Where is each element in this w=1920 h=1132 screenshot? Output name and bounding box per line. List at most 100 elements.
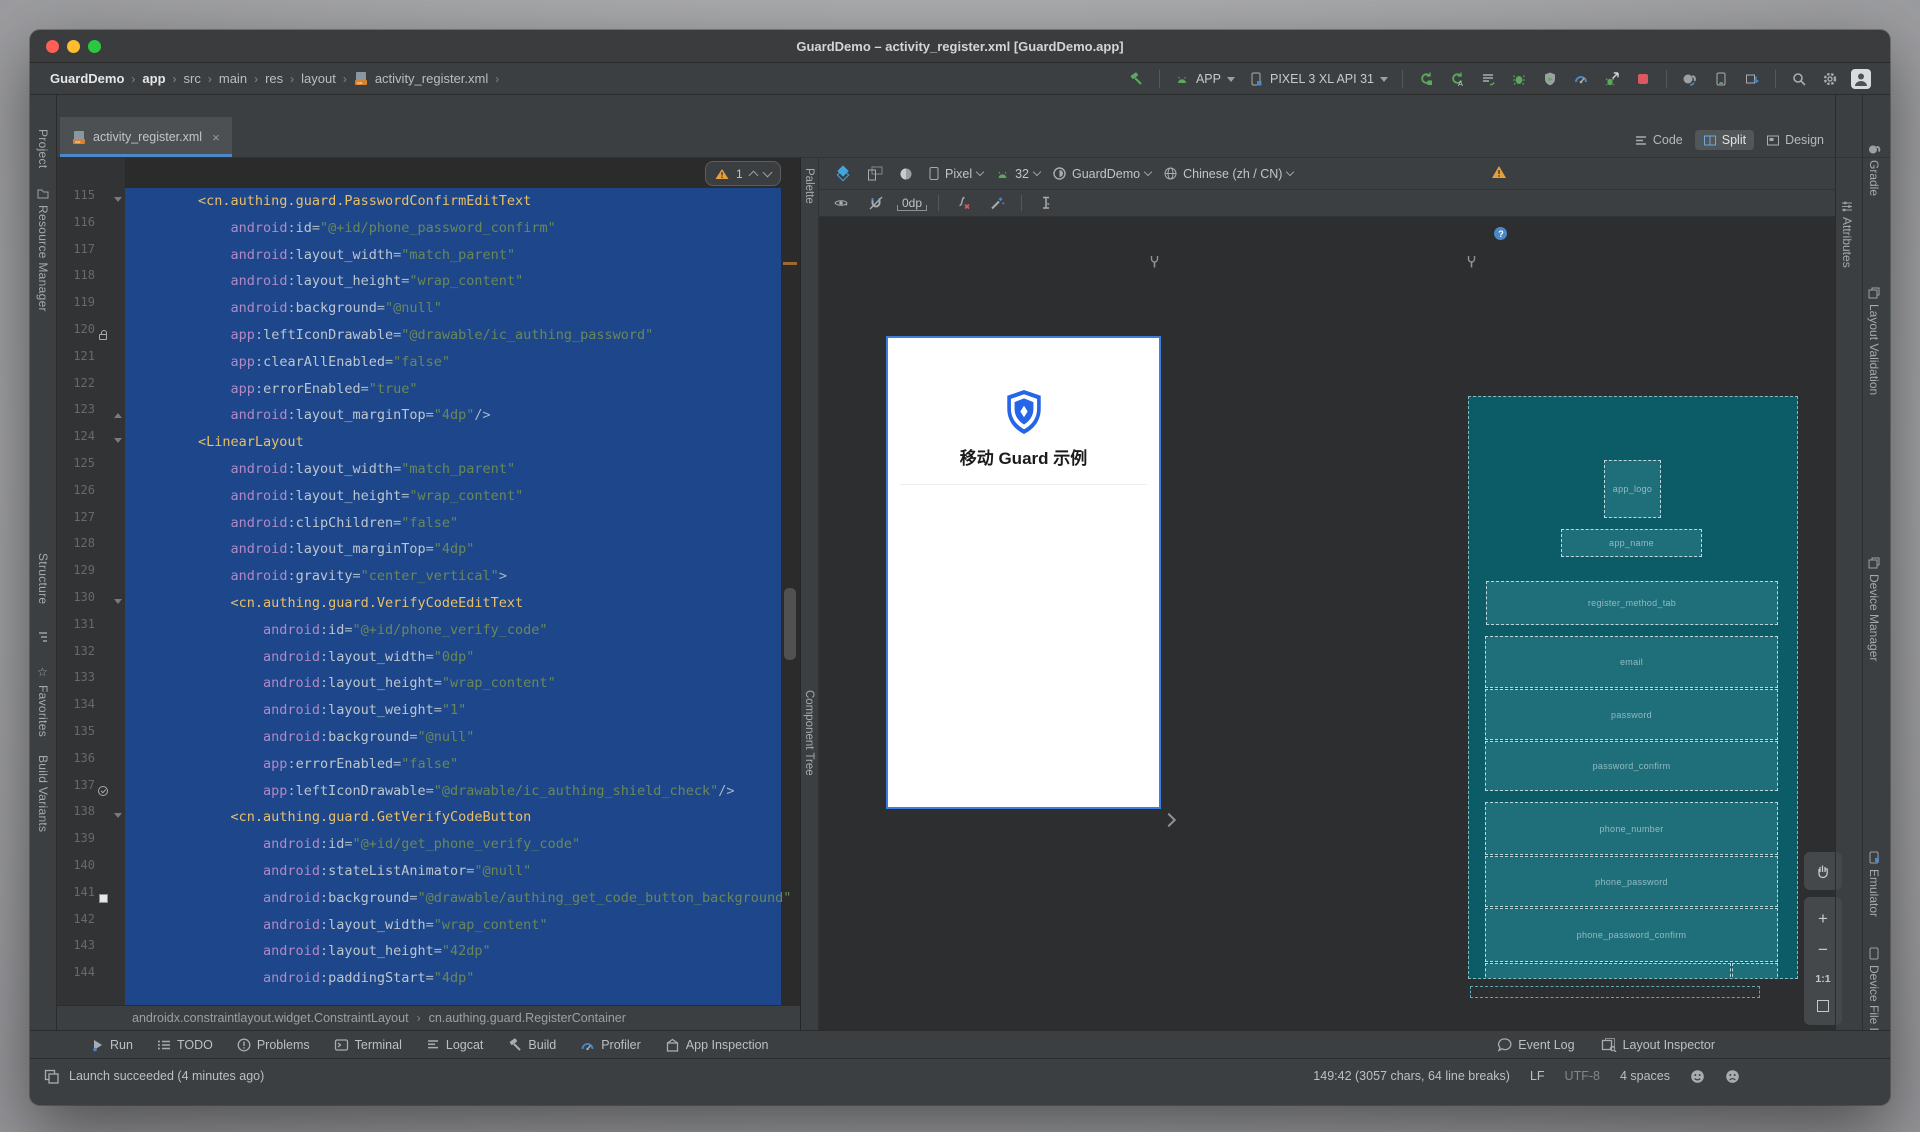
gutter[interactable]: 127	[57, 510, 125, 537]
happy-face-icon[interactable]	[1690, 1069, 1705, 1084]
code-text[interactable]: android:layout_marginTop="4dp"	[125, 536, 475, 563]
rerun-icon[interactable]	[1413, 67, 1439, 91]
code-line[interactable]: 123 android:layout_marginTop="4dp"/>	[57, 402, 800, 429]
blueprint-register-method-tab[interactable]: register_method_tab	[1486, 581, 1778, 625]
line-number[interactable]: 121	[57, 349, 95, 376]
view-options-icon[interactable]	[829, 191, 855, 215]
line-number[interactable]: 119	[57, 295, 95, 322]
line-number[interactable]: 133	[57, 670, 95, 697]
sidebar-item-structure[interactable]: Structure	[36, 553, 50, 604]
next-issue-icon[interactable]	[762, 167, 773, 178]
fold-marker-icon[interactable]	[114, 409, 122, 419]
infer-constraints-icon[interactable]	[984, 191, 1010, 215]
profiler-icon[interactable]	[1568, 67, 1594, 91]
code-line[interactable]: 136 app:errorEnabled="false"	[57, 751, 800, 778]
zoom-in-button[interactable]: +	[1818, 910, 1828, 927]
gutter[interactable]: 133	[57, 670, 125, 697]
blueprint-password[interactable]: password	[1485, 689, 1778, 740]
align-icon[interactable]	[1033, 191, 1059, 215]
code-text[interactable]: <LinearLayout	[125, 429, 304, 456]
code-line[interactable]: 134 android:layout_weight="1"	[57, 697, 800, 724]
tab-device-manager[interactable]: Device Manager	[1867, 557, 1881, 661]
tool-window-problems[interactable]: Problems	[237, 1038, 310, 1052]
code-line[interactable]: 129 android:gravity="center_vertical">	[57, 563, 800, 590]
blueprint-partial-cell[interactable]	[1732, 963, 1778, 978]
sidebar-item-build-variants[interactable]: Build Variants	[36, 755, 50, 832]
code-line[interactable]: 120 app:leftIconDrawable="@drawable/ic_a…	[57, 322, 800, 349]
code-line[interactable]: 137 app:leftIconDrawable="@drawable/ic_a…	[57, 778, 800, 805]
line-number[interactable]: 132	[57, 644, 95, 671]
code-line[interactable]: 125 android:layout_width="match_parent"	[57, 456, 800, 483]
code-text[interactable]: android:stateListAnimator="@null"	[125, 858, 531, 885]
code-text[interactable]: android:layout_height="42dp"	[125, 938, 491, 965]
code-line[interactable]: 143 android:layout_height="42dp"	[57, 938, 800, 965]
gutter[interactable]: 144	[57, 965, 125, 992]
code-text[interactable]: android:id="@+id/get_phone_verify_code"	[125, 831, 580, 858]
code-text[interactable]: android:background="@drawable/authing_ge…	[125, 885, 791, 912]
gutter[interactable]: 137	[57, 778, 125, 805]
tool-windows-icon[interactable]	[44, 1069, 59, 1084]
design-canvas[interactable]: 移动 Guard 示例 app_logo app_name register_m…	[819, 217, 1842, 1059]
tool-window-todo[interactable]: TODO	[157, 1038, 213, 1052]
code-text[interactable]: app:leftIconDrawable="@drawable/ic_authi…	[125, 322, 654, 349]
code-line[interactable]: 142 android:layout_width="wrap_content"	[57, 912, 800, 939]
fold-marker-icon[interactable]	[114, 598, 122, 608]
locale-select[interactable]: Chinese (zh / CN)	[1160, 166, 1296, 181]
gutter[interactable]: 142	[57, 912, 125, 939]
breadcrumb-item[interactable]: layout	[301, 71, 336, 86]
code-text[interactable]: android:gravity="center_vertical">	[125, 563, 507, 590]
palette-tab[interactable]: Palette	[803, 168, 815, 204]
line-number[interactable]: 131	[57, 617, 95, 644]
line-number[interactable]: 144	[57, 965, 95, 992]
design-preview-screen[interactable]: 移动 Guard 示例	[886, 336, 1161, 809]
sad-face-icon[interactable]	[1725, 1069, 1740, 1084]
status-message[interactable]: Launch succeeded (4 minutes ago)	[69, 1069, 264, 1083]
gutter[interactable]: 123	[57, 402, 125, 429]
gutter[interactable]: 121	[57, 349, 125, 376]
tool-window-event-log[interactable]: Event Log	[1497, 1037, 1575, 1052]
code-line[interactable]: 138 <cn.authing.guard.GetVerifyCodeButto…	[57, 804, 800, 831]
zoom-100-button[interactable]: 1:1	[1815, 973, 1830, 985]
line-number[interactable]: 129	[57, 563, 95, 590]
code-lines[interactable]: 115 <cn.authing.guard.PasswordConfirmEdi…	[57, 188, 800, 992]
resize-handle[interactable]	[1161, 812, 1177, 828]
code-text[interactable]: app:clearAllEnabled="false"	[125, 349, 451, 376]
tool-window-layout-inspector[interactable]: Layout Inspector	[1601, 1037, 1715, 1052]
blueprint-app-name[interactable]: app_name	[1561, 529, 1702, 557]
blueprint-phone-number[interactable]: phone_number	[1485, 802, 1778, 855]
code-text[interactable]: android:clipChildren="false"	[125, 510, 459, 537]
code-line[interactable]: 118 android:layout_height="wrap_content"	[57, 268, 800, 295]
file-encoding[interactable]: UTF-8	[1565, 1069, 1600, 1083]
target-device-select[interactable]: PIXEL 3 XL API 31	[1244, 71, 1392, 87]
gutter[interactable]: 129	[57, 563, 125, 590]
gutter[interactable]: 135	[57, 724, 125, 751]
blueprint-phone-password[interactable]: phone_password	[1485, 856, 1778, 907]
fold-marker-icon[interactable]	[114, 196, 122, 206]
code-line[interactable]: 135 android:background="@null"	[57, 724, 800, 751]
build-hammer-icon[interactable]	[1123, 67, 1149, 91]
line-number[interactable]: 136	[57, 751, 95, 778]
gutter[interactable]: 138	[57, 804, 125, 831]
profile-icon[interactable]	[1537, 67, 1563, 91]
code-line[interactable]: 139 android:id="@+id/get_phone_verify_co…	[57, 831, 800, 858]
code-editor[interactable]: 1 115 <cn.authing.guard.PasswordConfirmE…	[57, 158, 800, 1005]
gutter[interactable]: 132	[57, 644, 125, 671]
blueprint-overflow-row[interactable]	[1470, 986, 1760, 998]
gutter[interactable]: 119	[57, 295, 125, 322]
tool-window-terminal[interactable]: Terminal	[334, 1038, 402, 1052]
show-log-icon[interactable]	[1475, 67, 1501, 91]
line-number[interactable]: 140	[57, 858, 95, 885]
blueprint-phone-password-confirm[interactable]: phone_password_confirm	[1485, 908, 1778, 962]
previous-issue-icon[interactable]	[748, 170, 759, 181]
blueprint-screen[interactable]: app_logo app_name register_method_tab em…	[1468, 396, 1798, 979]
line-number[interactable]: 116	[57, 215, 95, 242]
line-number[interactable]: 128	[57, 536, 95, 563]
theme-select[interactable]: GuardDemo	[1049, 166, 1154, 181]
code-text[interactable]: <cn.authing.guard.VerifyCodeEditText	[125, 590, 524, 617]
tab-gradle[interactable]: Gradle	[1867, 143, 1881, 196]
breadcrumb-item[interactable]: res	[265, 71, 283, 86]
debug-icon[interactable]	[1506, 67, 1532, 91]
blueprint-app-logo[interactable]: app_logo	[1604, 460, 1661, 518]
inspection-widget[interactable]: 1	[705, 161, 781, 186]
tool-window-app-inspection[interactable]: App Inspection	[665, 1038, 769, 1052]
